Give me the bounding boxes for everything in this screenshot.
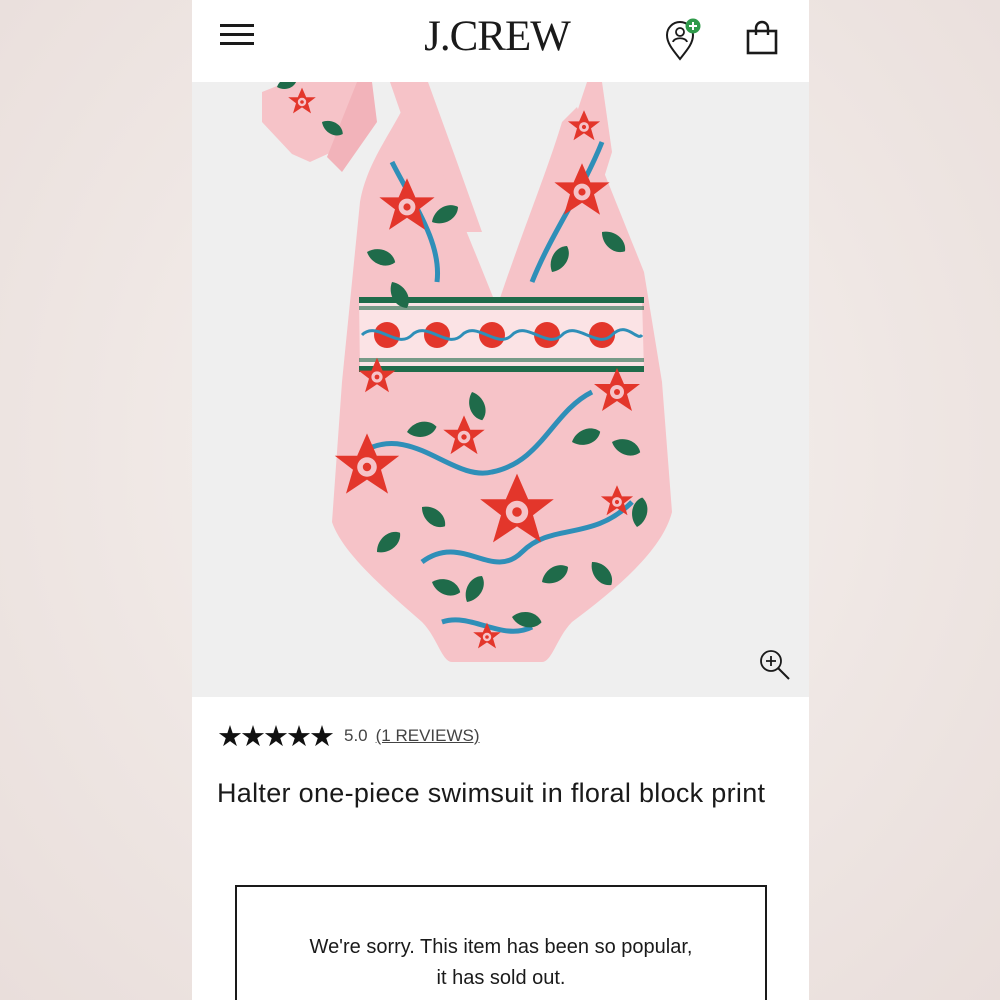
- site-header: J.CREW: [192, 0, 809, 82]
- zoom-in-icon[interactable]: [758, 648, 792, 682]
- product-image[interactable]: [192, 82, 809, 697]
- star-rating-icon: ★★★★★: [217, 719, 335, 753]
- brand-logo[interactable]: J.CREW: [367, 12, 627, 61]
- reviews-link[interactable]: (1 REVIEWS): [376, 726, 480, 746]
- rating-row: ★★★★★ 5.0 (1 REVIEWS): [217, 719, 480, 753]
- product-title: Halter one-piece swimsuit in floral bloc…: [217, 778, 766, 808]
- account-add-icon[interactable]: [664, 17, 704, 61]
- rating-value: 5.0: [344, 726, 368, 745]
- shopping-bag-icon[interactable]: [745, 20, 781, 56]
- sold-out-notice: We're sorry. This item has been so popul…: [235, 885, 767, 1000]
- mobile-page: J.CREW ★★★★★ 5.0 (1 REVIEWS) Halter one-…: [192, 0, 809, 1000]
- hamburger-menu-icon[interactable]: [220, 22, 256, 48]
- swimsuit-illustration: [262, 82, 672, 662]
- sold-out-message-line2: it has sold out.: [436, 967, 566, 989]
- sold-out-message-line1: We're sorry. This item has been so popul…: [309, 936, 693, 958]
